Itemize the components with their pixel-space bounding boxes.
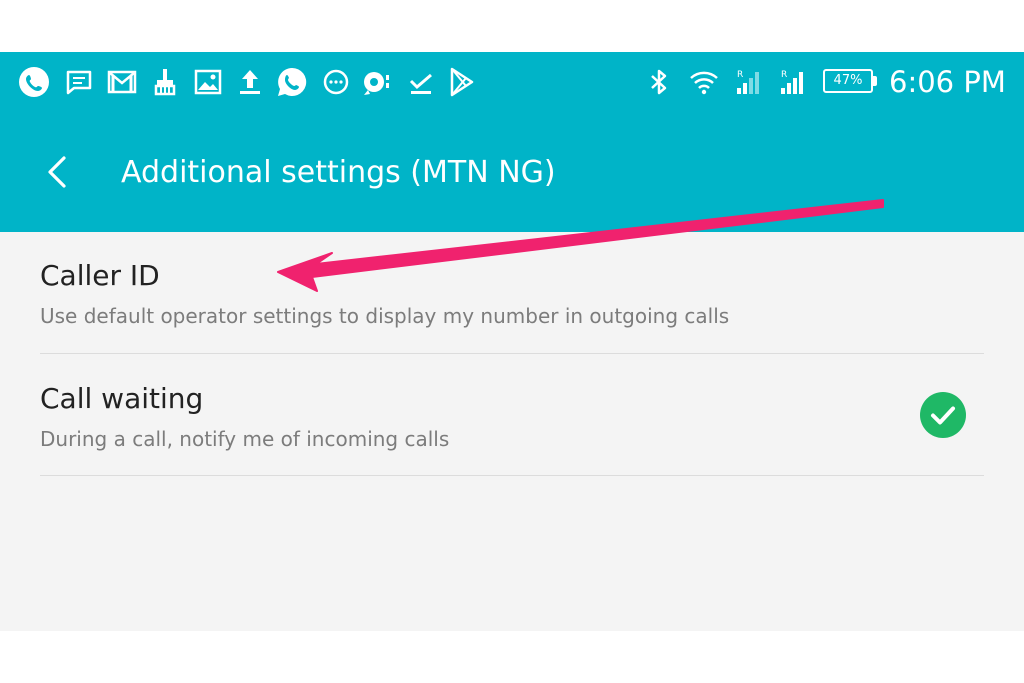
phone-icon [18, 66, 50, 98]
back-button[interactable] [36, 150, 80, 194]
phone-screen: R R 47% 6:06 PM Additional settings (MTN… [0, 52, 1024, 631]
status-bar: R R 47% 6:06 PM [0, 52, 1024, 112]
check-icon [931, 406, 955, 425]
call-waiting-checkbox[interactable] [920, 392, 966, 438]
battery-percent: 47% [823, 69, 873, 93]
message-icon [63, 66, 95, 98]
wifi-icon [688, 66, 720, 98]
setting-caller-id-title: Caller ID [40, 259, 160, 292]
app-bar: R R 47% 6:06 PM Additional settings (MTN… [0, 52, 1024, 232]
setting-call-waiting-summary: During a call, notify me of incoming cal… [40, 427, 450, 451]
signal-sim1-icon: R [733, 66, 765, 98]
whatsapp-icon [276, 66, 308, 98]
battery-tip [873, 76, 877, 86]
chat-icon [320, 66, 352, 98]
gmail-icon [106, 66, 138, 98]
setting-call-waiting-title: Call waiting [40, 382, 204, 415]
setting-caller-id[interactable]: Caller ID Use default operator settings … [40, 232, 984, 354]
status-time: 6:06 PM [889, 65, 1006, 99]
sync-icon [360, 66, 392, 98]
setting-call-waiting[interactable]: Call waiting During a call, notify me of… [40, 354, 984, 476]
upload-icon [234, 66, 266, 98]
play-store-icon [446, 66, 478, 98]
cleaner-icon [149, 66, 181, 98]
setting-caller-id-summary: Use default operator settings to display… [40, 304, 730, 328]
chevron-left-icon [48, 156, 66, 188]
image-icon [192, 66, 224, 98]
svg-text:R: R [737, 70, 743, 80]
svg-text:R: R [781, 70, 787, 80]
battery-indicator: 47% [823, 69, 879, 95]
bluetooth-icon [643, 66, 675, 98]
download-done-icon [405, 66, 437, 98]
page-title: Additional settings (MTN NG) [121, 155, 556, 190]
signal-sim2-icon: R [777, 66, 809, 98]
